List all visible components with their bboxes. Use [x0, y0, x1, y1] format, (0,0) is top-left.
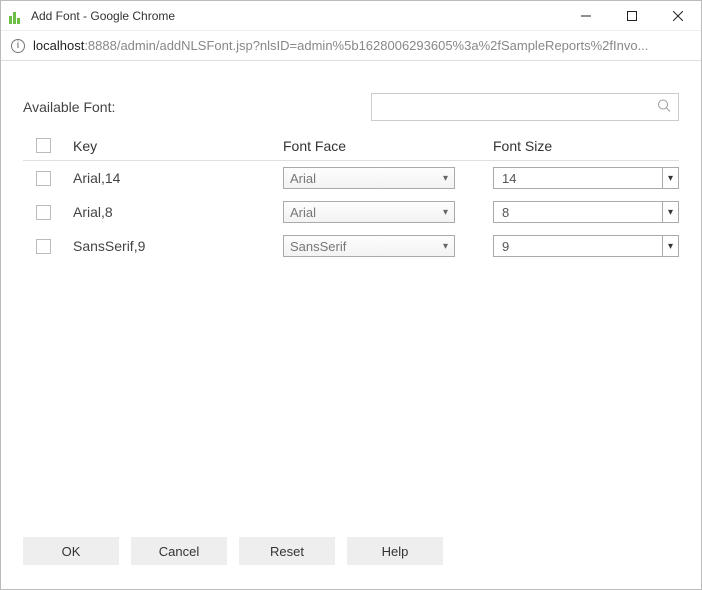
close-icon [673, 11, 683, 21]
font-face-value: SansSerif [290, 239, 346, 254]
font-size-select[interactable]: 14 ▾ [493, 167, 679, 189]
footer-buttons: OK Cancel Reset Help [23, 537, 679, 573]
font-size-value: 14 [502, 171, 516, 186]
help-button[interactable]: Help [347, 537, 443, 565]
header-key: Key [63, 138, 283, 154]
content-area: Available Font: Key Font Face Font Size … [1, 61, 701, 589]
titlebar: Add Font - Google Chrome [1, 1, 701, 31]
table-header: Key Font Face Font Size [23, 131, 679, 161]
search-input[interactable] [371, 93, 679, 121]
table-row: Arial,8 Arial ▾ 8 ▾ [23, 195, 679, 229]
font-size-select[interactable]: 8 ▾ [493, 201, 679, 223]
maximize-button[interactable] [609, 1, 655, 30]
font-face-select[interactable]: SansSerif ▾ [283, 235, 455, 257]
chevron-down-icon: ▾ [443, 173, 448, 184]
close-button[interactable] [655, 1, 701, 30]
header-size: Font Size [475, 138, 679, 154]
row-key: Arial,8 [63, 204, 283, 220]
table-row: SansSerif,9 SansSerif ▾ 9 ▾ [23, 229, 679, 263]
app-icon [9, 8, 25, 24]
url-host: localhost [33, 38, 84, 53]
header-face: Font Face [283, 138, 475, 154]
window-controls [563, 1, 701, 30]
reset-button[interactable]: Reset [239, 537, 335, 565]
top-row: Available Font: [23, 93, 679, 121]
table-row: Arial,14 Arial ▾ 14 ▾ [23, 161, 679, 195]
chevron-down-icon: ▾ [443, 241, 448, 252]
available-font-label: Available Font: [23, 99, 371, 115]
font-face-select[interactable]: Arial ▾ [283, 201, 455, 223]
font-size-value: 9 [502, 239, 509, 254]
font-face-value: Arial [290, 205, 316, 220]
site-info-icon[interactable]: i [11, 39, 25, 53]
chevron-down-icon: ▾ [662, 168, 678, 188]
chevron-down-icon: ▾ [443, 207, 448, 218]
font-size-value: 8 [502, 205, 509, 220]
url-text[interactable]: localhost:8888/admin/addNLSFont.jsp?nlsI… [33, 38, 691, 53]
select-all-checkbox[interactable] [36, 138, 51, 153]
row-checkbox[interactable] [36, 171, 51, 186]
chevron-down-icon: ▾ [662, 202, 678, 222]
search-wrap [371, 93, 679, 121]
row-key: SansSerif,9 [63, 238, 283, 254]
minimize-button[interactable] [563, 1, 609, 30]
minimize-icon [581, 11, 591, 21]
ok-button[interactable]: OK [23, 537, 119, 565]
row-checkbox[interactable] [36, 239, 51, 254]
cancel-button[interactable]: Cancel [131, 537, 227, 565]
url-path: :8888/admin/addNLSFont.jsp?nlsID=admin%5… [84, 38, 648, 53]
row-checkbox[interactable] [36, 205, 51, 220]
row-key: Arial,14 [63, 170, 283, 186]
font-face-value: Arial [290, 171, 316, 186]
font-face-select[interactable]: Arial ▾ [283, 167, 455, 189]
font-table: Key Font Face Font Size Arial,14 Arial ▾… [23, 131, 679, 263]
maximize-icon [627, 11, 637, 21]
window-title: Add Font - Google Chrome [31, 9, 563, 23]
chevron-down-icon: ▾ [662, 236, 678, 256]
font-size-select[interactable]: 9 ▾ [493, 235, 679, 257]
address-bar: i localhost:8888/admin/addNLSFont.jsp?nl… [1, 31, 701, 61]
